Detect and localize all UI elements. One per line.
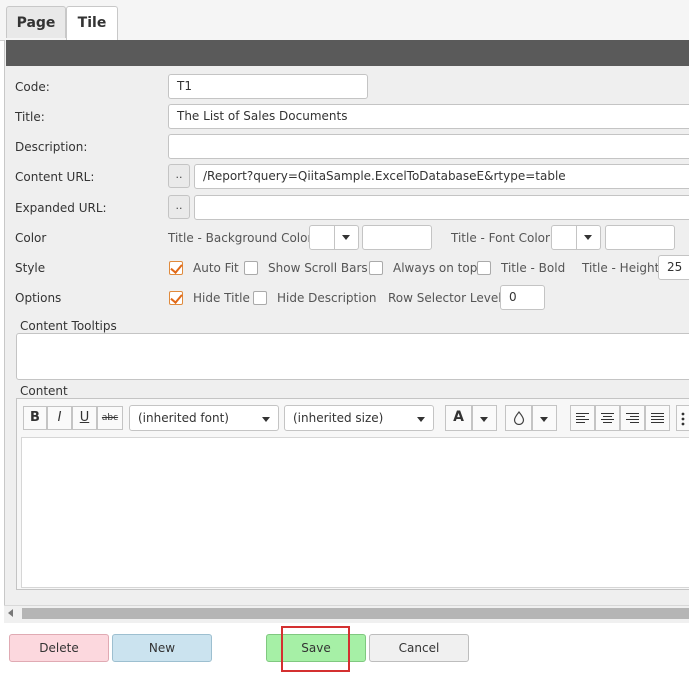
scrollbar-thumb[interactable]	[22, 608, 689, 619]
expanded-url-label: Expanded URL:	[15, 201, 107, 215]
title-height-label: Title - Height	[582, 261, 660, 275]
tab-tile[interactable]: Tile	[66, 6, 118, 40]
always-on-top-checkbox[interactable]	[369, 261, 383, 275]
new-button[interactable]: New	[112, 634, 212, 662]
underline-button[interactable]: U	[72, 406, 97, 430]
always-on-top-label: Always on top	[393, 261, 478, 275]
chevron-down-icon	[540, 417, 548, 422]
align-justify-button[interactable]	[645, 405, 670, 431]
content-editor-body[interactable]	[21, 437, 689, 588]
title-background-color-input[interactable]	[362, 225, 432, 250]
align-left-button[interactable]	[570, 405, 595, 431]
more-vertical-icon	[681, 412, 685, 426]
show-scroll-bars-checkbox[interactable]	[244, 261, 258, 275]
italic-button[interactable]: I	[47, 406, 72, 430]
chevron-down-icon	[262, 417, 270, 422]
chevron-down-icon	[417, 417, 425, 422]
align-center-button[interactable]	[595, 405, 620, 431]
chevron-down-icon	[342, 235, 350, 240]
title-font-color-label: Title - Font Color:	[451, 231, 554, 245]
auto-fit-label: Auto Fit	[193, 261, 239, 275]
font-color-dropdown[interactable]	[472, 405, 497, 431]
background-color-button[interactable]	[505, 405, 532, 431]
row-selector-level-input[interactable]: 0	[500, 285, 545, 310]
title-font-color-input[interactable]	[605, 225, 675, 250]
more-options-button[interactable]	[676, 405, 689, 431]
title-bold-label: Title - Bold	[501, 261, 566, 275]
bold-button[interactable]: B	[23, 406, 47, 430]
code-input[interactable]: T1	[168, 74, 368, 99]
row-selector-level-label: Row Selector Level	[388, 291, 502, 305]
align-right-icon	[626, 413, 639, 423]
content-url-label: Content URL:	[15, 170, 95, 184]
delete-button[interactable]: Delete	[9, 634, 109, 662]
background-color-dropdown[interactable]	[532, 405, 557, 431]
expanded-url-input[interactable]	[194, 195, 689, 220]
align-left-icon	[576, 413, 589, 423]
content-url-browse-button[interactable]: ..	[168, 164, 190, 188]
title-background-color-label: Title - Background Color:	[168, 231, 317, 245]
content-tooltips-input[interactable]	[16, 333, 689, 380]
content-label: Content	[20, 384, 68, 398]
options-label: Options	[15, 291, 62, 305]
font-size-value: (inherited size)	[293, 411, 384, 425]
align-justify-icon	[651, 413, 664, 423]
hide-title-checkbox[interactable]	[169, 291, 183, 305]
cancel-button[interactable]: Cancel	[369, 634, 469, 662]
hide-title-label: Hide Title	[193, 291, 250, 305]
font-family-value: (inherited font)	[138, 411, 229, 425]
show-scroll-bars-label: Show Scroll Bars	[268, 261, 368, 275]
title-font-color-picker[interactable]	[551, 225, 601, 250]
content-url-input[interactable]: /Report?query=QiitaSample.ExcelToDatabas…	[194, 164, 689, 189]
style-label: Style	[15, 261, 46, 275]
title-height-input[interactable]: 25	[658, 255, 689, 280]
save-highlight-box	[281, 626, 350, 672]
hide-description-checkbox[interactable]	[253, 291, 267, 305]
description-input[interactable]	[168, 134, 689, 159]
color-label: Color	[15, 231, 47, 245]
font-size-select[interactable]: (inherited size)	[284, 405, 434, 431]
chevron-down-icon	[584, 235, 592, 240]
align-center-icon	[601, 413, 614, 423]
title-background-color-picker[interactable]	[309, 225, 359, 250]
chevron-down-icon	[480, 417, 488, 422]
font-family-select[interactable]: (inherited font)	[129, 405, 279, 431]
font-color-button[interactable]: A	[445, 405, 472, 431]
description-label: Description:	[15, 140, 88, 154]
title-label: Title:	[15, 110, 45, 124]
hide-description-label: Hide Description	[277, 291, 377, 305]
panel-header-bar	[6, 40, 689, 66]
title-input[interactable]: The List of Sales Documents	[168, 104, 689, 129]
auto-fit-checkbox[interactable]	[169, 261, 183, 275]
align-right-button[interactable]	[620, 405, 645, 431]
drop-icon	[513, 411, 524, 426]
scroll-left-arrow-icon[interactable]	[8, 609, 13, 617]
strikethrough-button[interactable]: abc	[97, 406, 123, 430]
code-label: Code:	[15, 80, 50, 94]
title-bold-checkbox[interactable]	[477, 261, 491, 275]
content-tooltips-label: Content Tooltips	[20, 319, 117, 333]
tab-page[interactable]: Page	[6, 6, 66, 38]
expanded-url-browse-button[interactable]: ..	[168, 195, 190, 219]
